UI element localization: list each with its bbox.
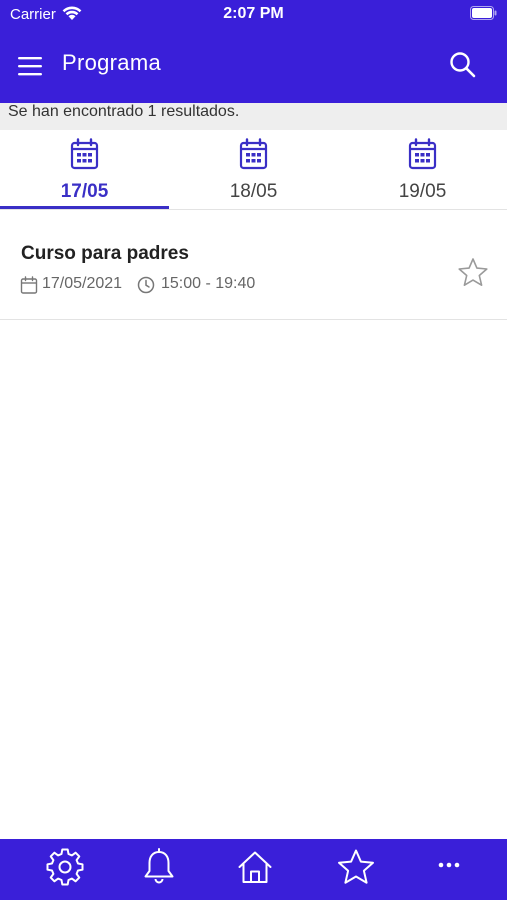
calendar-icon (70, 138, 99, 170)
status-bar: Carrier 2:07 PM (0, 0, 507, 28)
page-title: Programa (62, 50, 161, 75)
calendar-icon (408, 138, 437, 170)
search-icon[interactable] (447, 49, 479, 81)
bell-icon[interactable] (139, 847, 179, 887)
clock-icon (137, 276, 155, 294)
list-item[interactable]: Curso para padres 17/05/2021 15:00 - 19:… (0, 211, 507, 320)
results-count-text: Se han encontrado 1 resultados. (8, 103, 240, 120)
battery-icon (470, 6, 497, 20)
app-bar: Programa (0, 38, 507, 94)
calendar-small-icon (20, 276, 38, 294)
tab-date-1[interactable]: 17/05 (0, 130, 169, 209)
status-time: 2:07 PM (223, 5, 284, 22)
home-icon[interactable] (235, 847, 275, 887)
event-date: 17/05/2021 (42, 275, 123, 292)
more-dots-icon[interactable] (429, 847, 469, 887)
results-banner: Se han encontrado 1 resultados. (0, 103, 507, 130)
settings-gear-icon[interactable] (45, 847, 85, 887)
tab-date-label: 18/05 (229, 181, 278, 202)
active-tab-indicator (0, 206, 169, 209)
tab-date-2[interactable]: 18/05 (169, 130, 338, 209)
bottom-nav (0, 839, 507, 900)
tab-date-label: 19/05 (398, 181, 447, 202)
event-title: Curso para padres (21, 243, 189, 264)
date-tabs: 17/05 18/05 19/05 (0, 130, 507, 210)
favorite-star-icon[interactable] (457, 257, 489, 288)
calendar-icon (239, 138, 268, 170)
event-time: 15:00 - 19:40 (161, 275, 256, 292)
star-icon[interactable] (336, 847, 376, 887)
hamburger-menu-icon[interactable] (14, 50, 46, 82)
tab-date-3[interactable]: 19/05 (338, 130, 507, 209)
app-header: Carrier 2:07 PM Programa (0, 0, 507, 103)
tab-date-label: 17/05 (60, 181, 109, 202)
